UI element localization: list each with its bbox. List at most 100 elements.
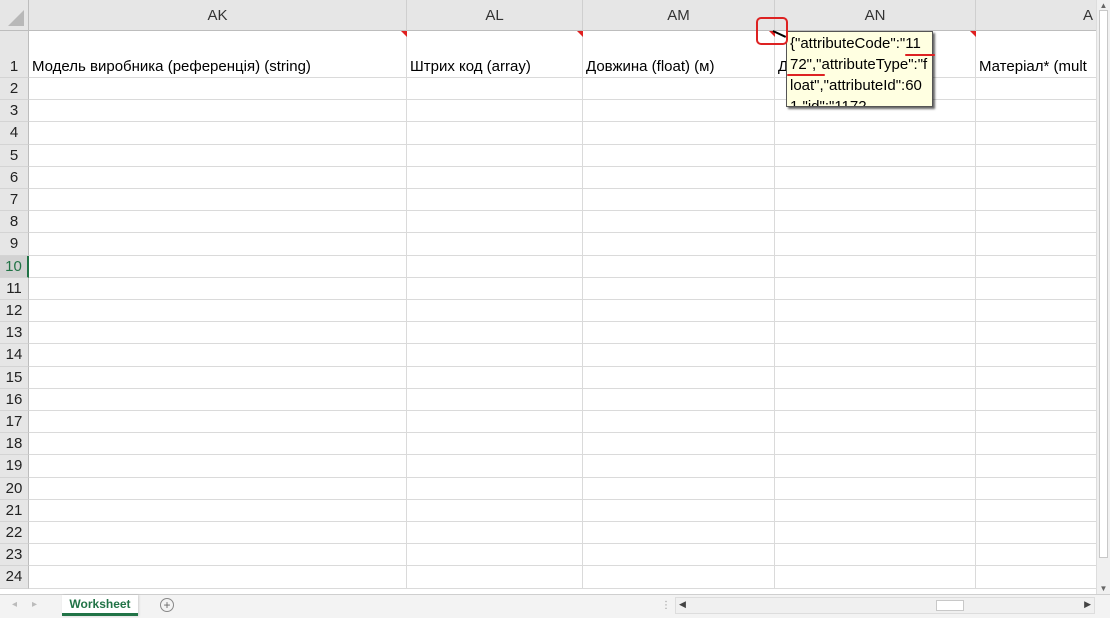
grid-cell[interactable] — [976, 233, 1096, 256]
row-header-15[interactable]: 15 — [0, 366, 29, 389]
comment-indicator-ak[interactable] — [401, 31, 407, 37]
grid-cell[interactable] — [29, 388, 407, 411]
sheet-nav-right-icon[interactable]: ▸ — [32, 599, 37, 610]
grid-cell[interactable] — [583, 277, 775, 300]
grid-cell[interactable] — [29, 477, 407, 500]
row-header-23[interactable]: 23 — [0, 544, 29, 567]
grid-cell[interactable] — [407, 300, 583, 323]
grid-cell[interactable] — [976, 211, 1096, 234]
grid-cell[interactable] — [775, 411, 976, 434]
grid-cell[interactable] — [407, 211, 583, 234]
grid-cell[interactable] — [976, 122, 1096, 145]
column-header-an[interactable]: AN — [775, 0, 976, 31]
column-header-am[interactable]: AM — [583, 0, 775, 31]
grid-cell[interactable] — [29, 300, 407, 323]
grid-cell[interactable] — [29, 566, 407, 589]
grid-cell[interactable] — [29, 499, 407, 522]
row-header-6[interactable]: 6 — [0, 166, 29, 189]
grid-cell[interactable] — [583, 78, 775, 101]
sheet-nav-left-icon[interactable]: ◂ — [12, 599, 17, 610]
grid-cell[interactable] — [976, 389, 1096, 411]
row-header-4[interactable]: 4 — [0, 122, 29, 145]
grid-cell[interactable] — [29, 122, 407, 145]
grid-cell[interactable] — [775, 522, 976, 545]
grid-cell[interactable] — [407, 477, 583, 500]
grid-cell[interactable] — [583, 411, 775, 434]
grid-cell[interactable] — [29, 144, 407, 167]
grid-cell[interactable] — [775, 344, 976, 367]
grid-cell[interactable] — [407, 322, 583, 345]
grid-cell[interactable] — [976, 433, 1096, 456]
grid-cell[interactable] — [775, 255, 976, 278]
grid-cell[interactable] — [29, 455, 407, 478]
header-cell-al[interactable]: Штрих код (array) — [407, 31, 583, 78]
row-header-11[interactable]: 11 — [0, 277, 29, 300]
grid-cell[interactable] — [29, 211, 407, 234]
row-header-13[interactable]: 13 — [0, 322, 29, 345]
grid-cell[interactable] — [775, 455, 976, 478]
grid-cell[interactable] — [976, 367, 1096, 389]
grid-cell[interactable] — [976, 522, 1096, 545]
grid-cell[interactable] — [583, 122, 775, 145]
grid-cell[interactable] — [976, 189, 1096, 212]
grid-cell[interactable] — [583, 499, 775, 522]
scroll-up-icon[interactable]: ▲ — [1099, 1, 1108, 10]
row-header-8[interactable]: 8 — [0, 211, 29, 234]
grid-cell[interactable] — [29, 544, 407, 567]
grid-cell[interactable] — [583, 166, 775, 189]
grid-cell[interactable] — [976, 322, 1096, 345]
grid-cell[interactable] — [976, 566, 1096, 589]
split-handle-icon[interactable]: ⋮ — [661, 600, 671, 611]
grid-cell[interactable] — [976, 500, 1096, 522]
arrow-right-icon[interactable]: ▶ — [1084, 599, 1091, 610]
grid-cell[interactable] — [775, 433, 976, 456]
grid-cell[interactable] — [583, 322, 775, 345]
grid-cell[interactable] — [775, 233, 976, 256]
grid-cell[interactable] — [775, 300, 976, 323]
row-header-18[interactable]: 18 — [0, 433, 29, 456]
grid-cell[interactable] — [29, 255, 407, 278]
row-header-9[interactable]: 9 — [0, 233, 29, 256]
grid-cell[interactable] — [407, 366, 583, 389]
row-header-10[interactable]: 10 — [0, 255, 29, 278]
grid-cell[interactable] — [29, 166, 407, 189]
grid-cell[interactable] — [583, 255, 775, 278]
row-header-22[interactable]: 22 — [0, 522, 29, 545]
row-header-14[interactable]: 14 — [0, 344, 29, 367]
grid-cell[interactable] — [976, 145, 1096, 167]
grid-cell[interactable] — [29, 189, 407, 212]
grid-cell[interactable] — [583, 211, 775, 234]
grid-cell[interactable] — [775, 211, 976, 234]
grid-cell[interactable] — [583, 100, 775, 123]
grid-cell[interactable] — [775, 277, 976, 300]
plus-circle-icon[interactable]: + — [160, 598, 174, 612]
grid-cell[interactable] — [583, 544, 775, 567]
grid-cell[interactable] — [407, 166, 583, 189]
grid-cell[interactable] — [583, 233, 775, 256]
grid-cell[interactable] — [407, 78, 583, 101]
grid-cell[interactable] — [775, 499, 976, 522]
grid-cell[interactable] — [775, 566, 976, 589]
grid-cell[interactable] — [775, 166, 976, 189]
grid-cell[interactable] — [976, 478, 1096, 500]
grid-cell[interactable] — [29, 233, 407, 256]
row-header-17[interactable]: 17 — [0, 411, 29, 434]
grid-cell[interactable] — [775, 477, 976, 500]
grid-cell[interactable] — [29, 433, 407, 456]
grid-cell[interactable] — [583, 477, 775, 500]
grid-cell[interactable] — [976, 78, 1096, 101]
row-header-3[interactable]: 3 — [0, 100, 29, 123]
grid-cell[interactable] — [407, 233, 583, 256]
grid-cell[interactable] — [583, 189, 775, 212]
row-header-21[interactable]: 21 — [0, 499, 29, 522]
row-header-5[interactable]: 5 — [0, 144, 29, 167]
grid-cell[interactable] — [583, 144, 775, 167]
header-cell-ak[interactable]: Модель виробника (референція) (string) — [29, 31, 407, 78]
grid-cell[interactable] — [407, 499, 583, 522]
grid-cell[interactable] — [976, 256, 1096, 278]
grid-cell[interactable] — [976, 411, 1096, 434]
horizontal-scroll-thumb[interactable] — [936, 600, 964, 611]
grid-cell[interactable] — [407, 344, 583, 367]
grid-cell[interactable] — [29, 522, 407, 545]
row-header-2[interactable]: 2 — [0, 78, 29, 101]
